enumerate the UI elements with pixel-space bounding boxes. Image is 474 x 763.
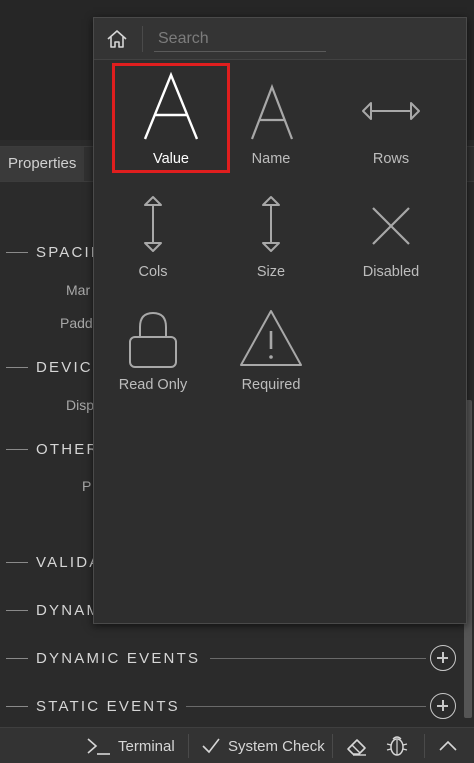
property-label: Mar	[66, 282, 91, 298]
vertical-arrows-icon	[262, 196, 280, 252]
tile-label: Size	[256, 264, 286, 280]
section-title: STATIC EVENTS	[36, 698, 180, 715]
section-dash	[6, 706, 28, 707]
properties-tab[interactable]: Properties	[0, 147, 85, 181]
section-dash	[6, 252, 28, 253]
tile-required[interactable]: Required	[212, 291, 330, 401]
tile-label: Read Only	[118, 377, 188, 393]
toolbar-divider	[188, 734, 189, 758]
tile-name[interactable]: Name	[212, 63, 330, 173]
chevron-up-icon	[439, 740, 457, 751]
terminal-icon	[87, 738, 110, 755]
tile-label: Required	[241, 377, 301, 393]
section-rule	[210, 658, 426, 659]
system-check-label: System Check	[228, 737, 325, 755]
section-title: DYNAMIC EVENTS	[36, 650, 201, 667]
search-input[interactable]	[154, 26, 326, 52]
section-dynamic-events[interactable]: DYNAMIC EVENTS	[0, 644, 474, 674]
toolbar-divider	[332, 734, 333, 758]
home-icon	[107, 30, 127, 48]
eraser-button[interactable]	[344, 728, 370, 763]
horizontal-arrows-icon	[362, 102, 420, 120]
lock-icon	[129, 311, 177, 368]
add-dynamic-event-button[interactable]	[430, 645, 456, 671]
tile-label: Name	[251, 151, 291, 167]
property-label: Disp	[66, 397, 95, 413]
eraser-icon	[347, 739, 366, 756]
tile-label: Cols	[138, 264, 168, 280]
header-divider	[142, 26, 143, 52]
home-button[interactable]	[100, 24, 134, 54]
warning-icon	[240, 310, 302, 366]
letter-a-icon	[250, 83, 294, 140]
vertical-arrows-icon	[144, 196, 162, 252]
section-dash	[6, 449, 28, 450]
bug-icon	[386, 736, 408, 756]
toolbar-divider	[424, 734, 425, 758]
terminal-button[interactable]: Terminal	[84, 728, 175, 763]
section-dash	[6, 610, 28, 611]
section-title: VALIDA	[36, 554, 102, 571]
popup-header	[94, 18, 466, 60]
section-title: OTHER	[36, 441, 100, 458]
section-static-events[interactable]: STATIC EVENTS	[0, 692, 474, 722]
debug-button[interactable]	[384, 728, 410, 763]
tile-label: Rows	[372, 151, 410, 167]
section-dash	[6, 367, 28, 368]
section-dash	[6, 658, 28, 659]
section-dash	[6, 562, 28, 563]
section-title: DEVIC	[36, 359, 93, 376]
property-label: Padd	[60, 315, 93, 331]
section-rule	[186, 706, 426, 707]
checkmark-icon	[202, 738, 220, 754]
add-static-event-button[interactable]	[430, 693, 456, 719]
property-label: P	[82, 478, 92, 494]
section-title: DYNAM	[36, 602, 102, 619]
terminal-label: Terminal	[118, 737, 175, 755]
attribute-picker-popup: Value Name Rows Cols Size	[93, 17, 467, 624]
tile-label: Disabled	[362, 264, 420, 280]
tile-size[interactable]: Size	[212, 178, 330, 288]
tile-disabled[interactable]: Disabled	[332, 178, 450, 288]
tile-cols[interactable]: Cols	[94, 178, 212, 288]
x-icon	[372, 207, 410, 245]
tile-rows[interactable]: Rows	[332, 63, 450, 173]
expand-button[interactable]	[436, 728, 460, 763]
tile-read-only[interactable]: Read Only	[94, 291, 212, 401]
system-check-button[interactable]: System Check	[200, 728, 325, 763]
bottom-toolbar: Terminal System Check	[0, 727, 474, 763]
